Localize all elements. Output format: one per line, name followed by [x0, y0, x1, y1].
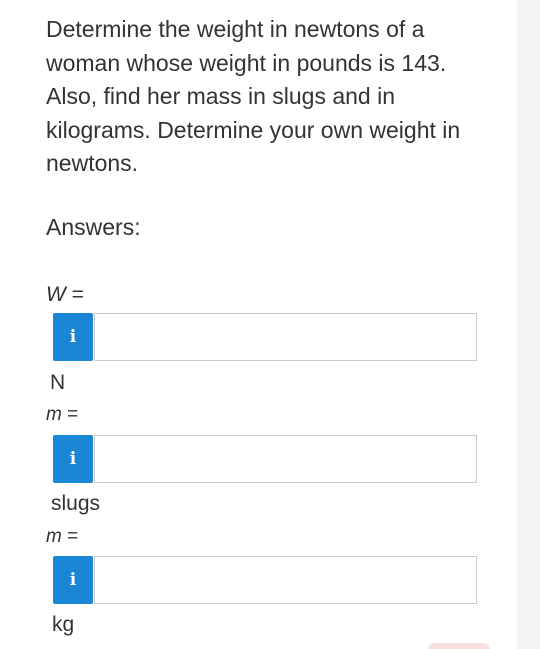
weight-symbol: W	[46, 283, 66, 306]
mass-slugs-answer-row: i	[53, 435, 477, 483]
equals-sign: =	[67, 526, 79, 547]
mass-kg-input[interactable]	[94, 556, 477, 604]
mass-slugs-variable-label: m =	[46, 402, 78, 428]
equals-sign: =	[67, 404, 79, 425]
scroll-indicator	[428, 643, 490, 649]
weight-variable-label: W =	[46, 282, 84, 308]
info-icon[interactable]: i	[53, 556, 93, 604]
weight-newtons-input[interactable]	[94, 313, 477, 361]
weight-unit-label: N	[50, 371, 66, 394]
info-icon[interactable]: i	[53, 313, 93, 361]
mass-slugs-input[interactable]	[94, 435, 477, 483]
info-icon[interactable]: i	[53, 435, 93, 483]
answers-heading: Answers:	[46, 214, 141, 240]
page-gutter	[517, 0, 540, 649]
mass-symbol: m	[46, 526, 62, 547]
mass-slugs-unit-label: slugs	[51, 492, 101, 515]
question-text: Determine the weight in newtons of a wom…	[46, 16, 461, 176]
mass-kg-variable-label: m =	[46, 524, 78, 550]
mass-kg-unit-label: kg	[52, 613, 75, 636]
question-panel: Determine the weight in newtons of a wom…	[0, 0, 517, 649]
equals-sign: =	[71, 283, 84, 306]
mass-symbol: m	[46, 404, 62, 425]
mass-kg-answer-row: i	[53, 556, 477, 604]
weight-answer-row: i	[53, 313, 477, 361]
